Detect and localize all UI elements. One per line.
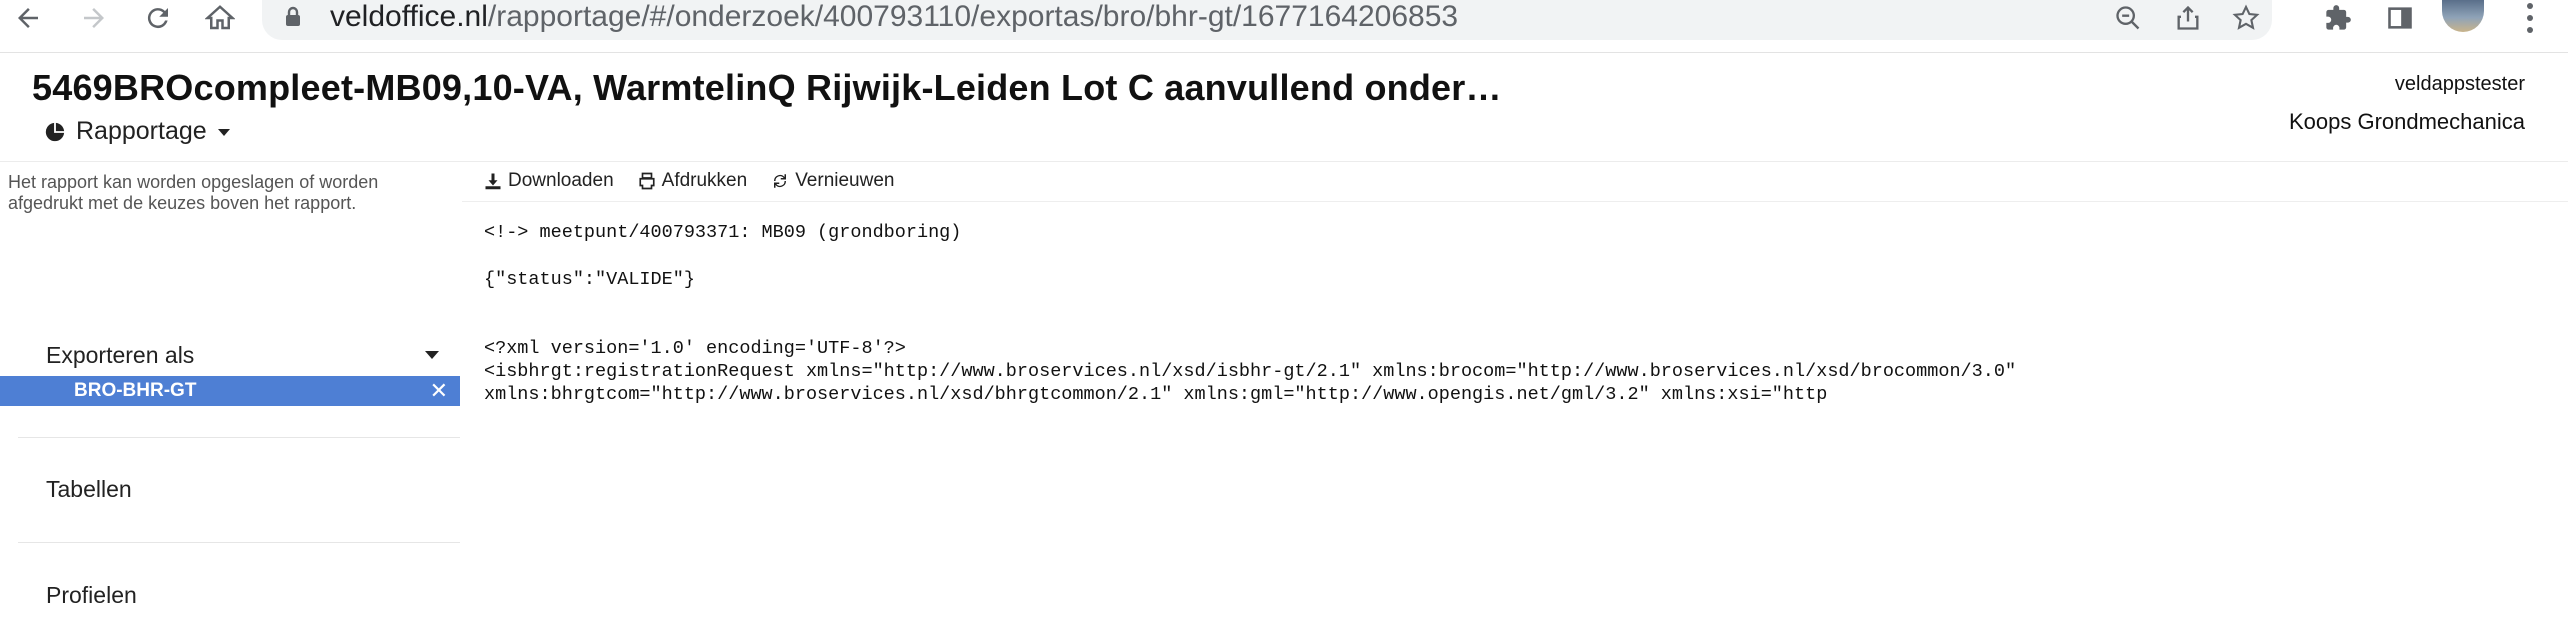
report-line: <?xml version='1.0' encoding='UTF-8'?>	[484, 338, 906, 359]
browser-menu-icon[interactable]	[2520, 0, 2540, 36]
rapportage-menu[interactable]: Rapportage	[44, 117, 231, 146]
forward-icon[interactable]	[72, 0, 116, 36]
report-line: <isbhrgt:registrationRequest xmlns="http…	[484, 361, 2017, 382]
reload-icon[interactable]	[136, 0, 180, 36]
sidebar-hint: Het rapport kan worden opgeslagen of wor…	[8, 172, 379, 213]
export-option-label: BRO-BHR-GT	[74, 380, 197, 401]
profile-avatar[interactable]	[2442, 0, 2484, 32]
print-button[interactable]: Afdrukken	[638, 170, 748, 192]
share-icon[interactable]	[2168, 0, 2208, 36]
extensions-icon[interactable]	[2316, 0, 2360, 36]
sidebar-item-profielen[interactable]: Profielen	[46, 582, 137, 609]
url-text: veldoffice.nl/rapportage/#/onderzoek/400…	[330, 0, 1459, 33]
download-icon	[485, 173, 501, 190]
export-as-header[interactable]: Exporteren als	[46, 338, 440, 372]
lock-icon	[286, 6, 300, 26]
home-icon[interactable]	[198, 0, 242, 36]
app-header: 5469BROcompleet-MB09,10-VA, WarmtelinQ R…	[0, 53, 2568, 162]
download-button[interactable]: Downloaden	[484, 170, 614, 192]
download-label: Downloaden	[508, 170, 614, 191]
pie-chart-icon	[45, 122, 65, 141]
divider	[18, 542, 460, 543]
divider	[18, 437, 460, 438]
caret-down-icon	[425, 351, 439, 359]
sidebar: Het rapport kan worden opgeslagen of wor…	[0, 162, 460, 644]
print-label: Afdrukken	[661, 170, 748, 191]
back-icon[interactable]	[6, 0, 50, 36]
remove-icon[interactable]: ✕	[430, 378, 448, 404]
refresh-icon	[774, 174, 787, 188]
browser-toolbar: veldoffice.nl/rapportage/#/onderzoek/400…	[0, 0, 2568, 53]
address-bar[interactable]: veldoffice.nl/rapportage/#/onderzoek/400…	[262, 0, 2272, 40]
refresh-button[interactable]: Vernieuwen	[771, 170, 894, 192]
rapportage-label: Rapportage	[76, 117, 207, 145]
report-line: <!-> meetpunt/400793371: MB09 (grondbori…	[484, 222, 962, 243]
sidebar-item-tabellen[interactable]: Tabellen	[46, 476, 132, 503]
report-line: {"status":"VALIDE"}	[484, 269, 695, 290]
zoom-out-icon[interactable]	[2108, 0, 2148, 36]
report-toolbar: Downloaden Afdrukken Vernieuwen	[484, 167, 894, 195]
toolbar-divider	[462, 201, 2568, 202]
export-as-label: Exporteren als	[46, 341, 195, 368]
refresh-label: Vernieuwen	[795, 170, 895, 191]
side-panel-icon[interactable]	[2378, 0, 2422, 36]
report-line: xmlns:bhrgtcom="http://www.broservices.n…	[484, 384, 1828, 405]
export-option-bro-bhr-gt[interactable]: BRO-BHR-GT ✕	[0, 376, 460, 406]
caret-down-icon	[217, 128, 230, 136]
page-title: 5469BROcompleet-MB09,10-VA, WarmtelinQ R…	[32, 67, 1502, 108]
print-icon	[639, 172, 655, 190]
organization-name: Koops Grondmechanica	[2288, 109, 2525, 134]
bookmark-star-icon[interactable]	[2226, 0, 2266, 36]
user-name: veldappstester	[2394, 73, 2525, 95]
